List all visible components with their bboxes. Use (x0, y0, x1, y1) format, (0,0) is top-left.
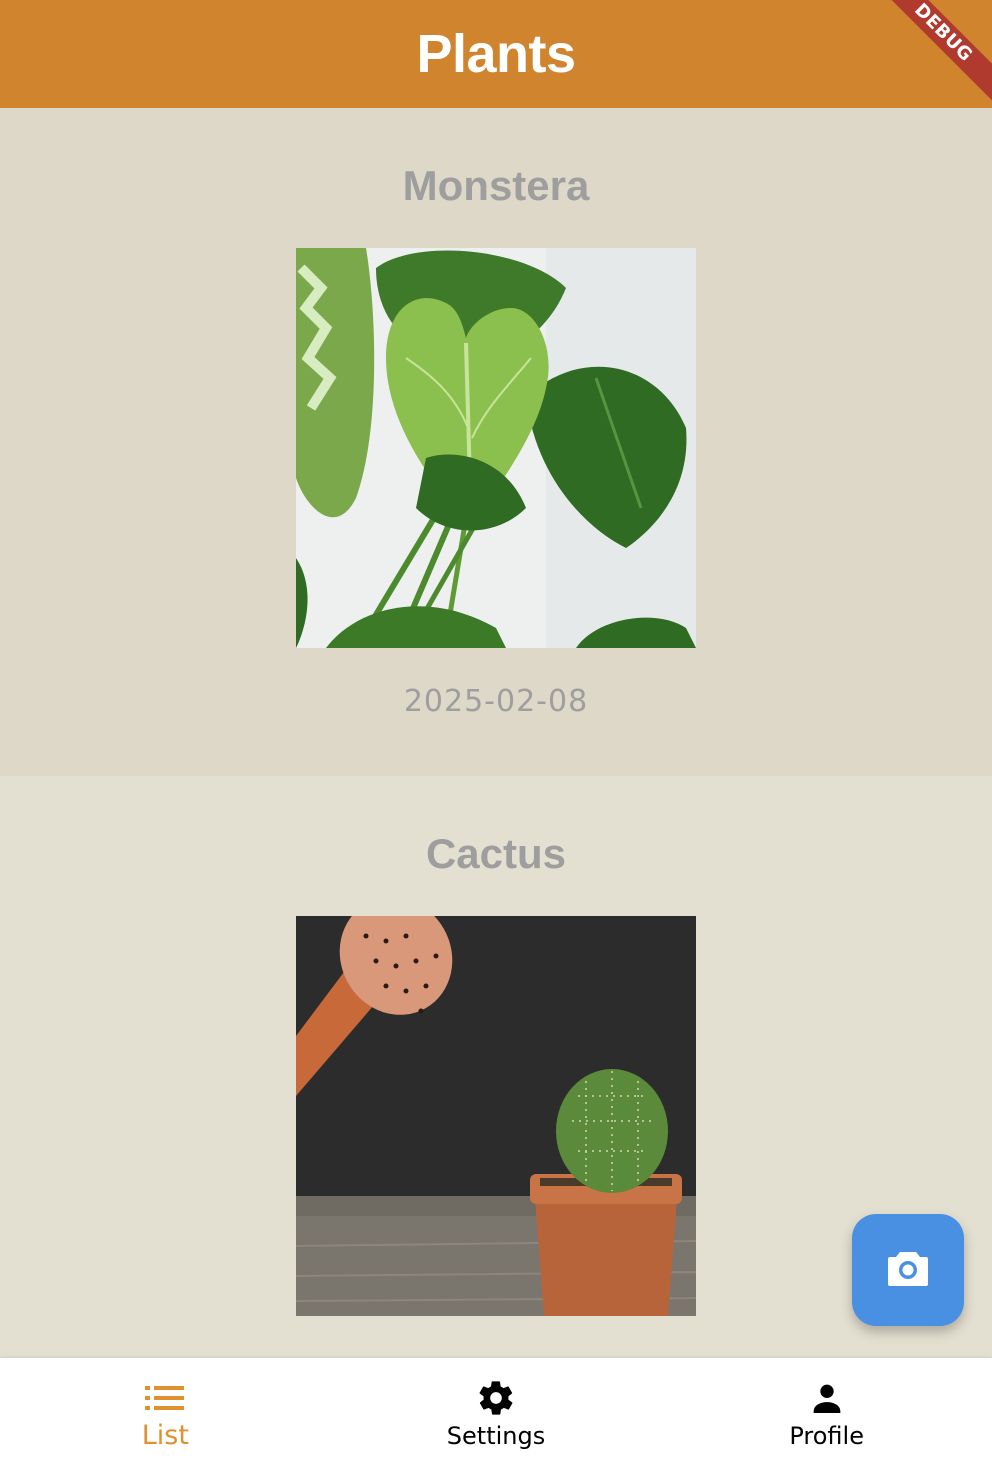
nav-item-profile[interactable]: Profile (661, 1358, 992, 1468)
app-bar: Plants DEBUG (0, 0, 992, 108)
plant-photo-monstera (296, 248, 696, 648)
list-icon (145, 1378, 185, 1418)
plant-date: 2025-02-08 (403, 684, 589, 719)
nav-label-list: List (141, 1420, 189, 1451)
plant-photo-cactus (296, 916, 696, 1316)
gear-icon (476, 1378, 516, 1418)
nav-item-settings[interactable]: Settings (331, 1358, 662, 1468)
nav-label-profile: Profile (789, 1422, 864, 1450)
camera-icon (886, 1248, 930, 1292)
debug-banner: DEBUG (866, 0, 992, 108)
nav-label-settings: Settings (446, 1422, 546, 1450)
plant-card[interactable]: Monstera 2025-02-08 (0, 108, 992, 776)
plant-name: Monstera (402, 162, 590, 209)
person-icon (807, 1378, 847, 1418)
nav-item-list[interactable]: List (0, 1358, 331, 1468)
plant-card[interactable]: Cactus (0, 776, 992, 1358)
plant-name: Cactus (425, 830, 567, 877)
camera-fab-button[interactable] (852, 1214, 964, 1326)
page-title: Plants (416, 24, 576, 84)
plant-list[interactable]: Monstera 2025-02-08 Cactus (0, 108, 992, 1358)
bottom-navigation: List Settings Profile (0, 1358, 992, 1468)
